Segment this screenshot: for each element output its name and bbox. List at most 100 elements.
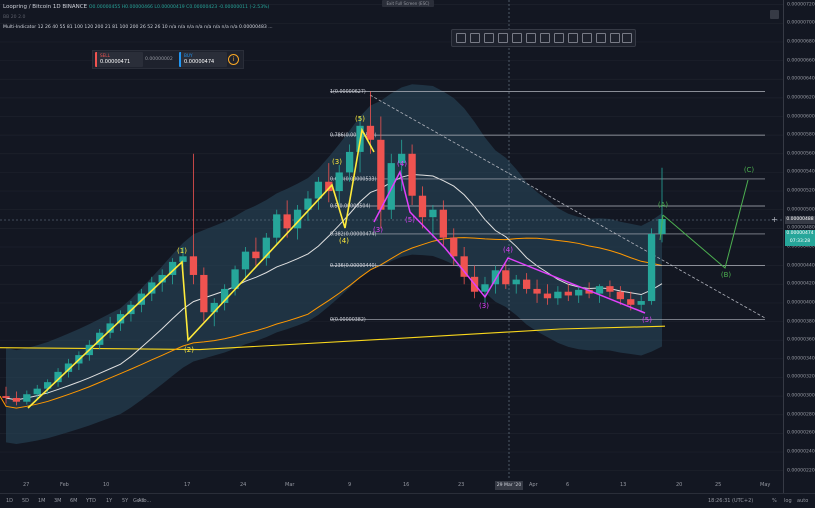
fib-level-label: 1(0.00000627) — [330, 89, 366, 95]
candle-body — [575, 289, 583, 296]
arrow-tool-icon[interactable] — [526, 33, 536, 43]
bb-indicator-label[interactable]: BB 20 2.0 — [3, 13, 273, 23]
ray-tool-icon[interactable] — [498, 33, 508, 43]
wave-label-impulse: (1) — [177, 247, 187, 255]
wave-label-correction: (5) — [642, 316, 652, 324]
price-tick-label: 0.00000360 — [787, 337, 815, 343]
candle-body — [554, 291, 562, 299]
sell-value: 0.00000471 — [100, 59, 131, 65]
time-tick-label: 23 — [458, 482, 465, 488]
price-chart[interactable]: 1(0.00000627)0.786(0.00000580)0.618(0.00… — [0, 0, 783, 493]
log-toggle[interactable]: log — [784, 498, 792, 504]
buy-button[interactable]: BUY 0.00000474 — [179, 52, 227, 67]
timeframe-5d[interactable]: 5D — [22, 498, 29, 504]
spread-value: 0.00000002 — [145, 57, 173, 62]
timeframe-ytd[interactable]: YTD — [86, 498, 96, 504]
price-tick-label: 0.00000720 — [787, 2, 815, 8]
candle-body — [595, 286, 604, 294]
delete-tool-icon[interactable] — [622, 33, 632, 43]
price-tick-label: 0.00000240 — [787, 449, 815, 455]
price-tick-label: 0.00000520 — [787, 188, 815, 194]
candle-body — [189, 256, 198, 275]
add-alert-plus-icon[interactable]: + — [771, 215, 778, 224]
last-price-tag: 0.00000474 — [785, 230, 815, 238]
ohlc-values: O0.00000455 H0.00000466 L0.00000419 C0.0… — [88, 5, 270, 10]
candle-body — [252, 251, 260, 259]
bottom-toolbar: 1D 5D 1M 3M 6M YTD 1Y 5Y All Go to... 18:26:31 (… — [0, 493, 815, 508]
fib-level-label: 0.382(0.00000474) — [330, 231, 377, 237]
timeframe-1m[interactable]: 1M — [38, 498, 46, 504]
time-tick-label: 24 — [240, 482, 247, 488]
pitchfork-tool-icon[interactable] — [470, 33, 480, 43]
candle-body — [533, 288, 541, 294]
horizontal-line-tool-icon[interactable] — [540, 33, 550, 43]
timeframe-5y[interactable]: 5Y — [122, 498, 128, 504]
time-tick-label: 17 — [184, 482, 191, 488]
gear-icon[interactable] — [770, 10, 779, 19]
price-tick-label: 0.00000600 — [787, 114, 815, 119]
symbol-title[interactable]: Loopring / Bitcoin 1D BINANCE — [3, 4, 87, 10]
candle-body — [522, 279, 531, 289]
rectangle-tool-icon[interactable] — [582, 33, 592, 43]
time-axis[interactable]: 27 Feb 10 17 24 Mar 9 16 23 Apr 6 13 20 25 May — [0, 480, 783, 493]
time-tick-label: 20 — [676, 482, 683, 488]
candle-body — [23, 394, 31, 402]
info-icon[interactable]: i — [228, 54, 239, 65]
candle-body — [33, 388, 41, 395]
wave-label-abc: (A) — [658, 201, 669, 209]
text-tool-icon[interactable] — [610, 33, 620, 43]
candle-body — [627, 299, 635, 305]
timeframe-6m[interactable]: 6M — [70, 498, 78, 504]
exit-fullscreen-hint[interactable]: Exit Full Screen (ESC) — [382, 0, 434, 7]
trade-panel: SELL 0.00000471 0.00000002 BUY 0.0000047… — [92, 50, 244, 69]
drawing-toolbar — [451, 29, 636, 47]
time-tick-label: Feb — [60, 482, 69, 488]
candle-body — [241, 251, 250, 270]
wave-label-sub: (4) — [397, 160, 407, 168]
price-axis[interactable]: 0.00000720 0.00000700 0.00000680 0.00000660… — [783, 0, 815, 493]
time-tick-label: Apr — [529, 482, 538, 488]
buy-label: BUY — [184, 53, 193, 58]
timeframe-1d[interactable]: 1D — [6, 498, 13, 504]
timeframe-1y[interactable]: 1Y — [106, 498, 112, 504]
price-tick-label: 0.00000640 — [787, 76, 815, 82]
sell-button[interactable]: SELL 0.00000471 — [95, 52, 143, 67]
wave-label-impulse: (3) — [332, 158, 342, 166]
price-tick-label: 0.00000320 — [787, 374, 815, 380]
multi-indicator-label[interactable]: Multi-Indicator 12 26 40 55 81 100 120 2… — [3, 23, 273, 33]
fib-tool-icon[interactable] — [456, 33, 466, 43]
candle-body — [450, 237, 458, 257]
trendline-tool-icon[interactable] — [512, 33, 522, 43]
wave-label-impulse: (5) — [355, 115, 365, 123]
wave-tool-icon[interactable] — [484, 33, 494, 43]
candle-body — [439, 209, 447, 238]
time-tick-label: 25 — [715, 482, 722, 488]
path-tool-icon[interactable] — [554, 33, 564, 43]
template-tool-icon[interactable] — [596, 33, 606, 43]
candle-body — [345, 151, 354, 173]
price-tick-label: 0.00000300 — [787, 393, 815, 399]
candle-body — [512, 279, 520, 285]
time-tick-label: 10 — [103, 482, 110, 488]
price-tick-label: 0.00000680 — [787, 39, 815, 45]
price-tick-label: 0.00000540 — [787, 169, 815, 175]
candle — [387, 153, 395, 220]
candle — [189, 153, 198, 285]
price-tick-label: 0.00000700 — [787, 20, 815, 26]
candle-body — [408, 153, 416, 196]
price-tick-label: 0.00000580 — [787, 132, 815, 138]
candle-body — [637, 301, 645, 305]
timeframe-3m[interactable]: 3M — [54, 498, 62, 504]
time-tick-label: May — [760, 482, 771, 488]
auto-toggle[interactable]: auto — [797, 498, 808, 504]
percent-toggle[interactable]: % — [772, 498, 777, 504]
buy-value: 0.00000474 — [184, 59, 215, 65]
price-tick-label: 0.00000380 — [787, 319, 815, 325]
price-tick-label: 0.00000560 — [787, 151, 815, 157]
price-tick-label: 0.00000260 — [787, 430, 815, 436]
goto-button[interactable]: Go to... — [133, 498, 151, 504]
brush-tool-icon[interactable] — [568, 33, 578, 43]
candle-body — [335, 172, 343, 192]
wave-label-correction: (4) — [503, 246, 513, 254]
sell-label: SELL — [100, 53, 110, 58]
